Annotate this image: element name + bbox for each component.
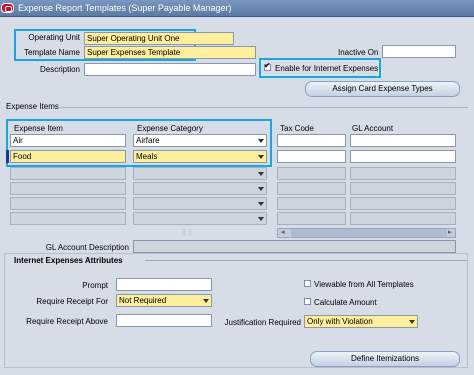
scroll-right-icon[interactable]: ▸ (448, 229, 454, 237)
empty-gl-account-cell[interactable] (350, 212, 456, 225)
description-field[interactable] (84, 63, 256, 76)
tax-code-cell[interactable] (277, 150, 346, 163)
empty-gl-account-cell[interactable] (350, 182, 456, 195)
splitter-handle-icon[interactable]: ⋮⋮ (181, 230, 193, 236)
empty-expense-item-cell[interactable] (10, 212, 126, 225)
inactive-on-field[interactable] (382, 45, 456, 58)
empty-gl-account-cell[interactable] (350, 197, 456, 210)
window-title: Expense Report Templates (Super Payable … (18, 3, 232, 13)
expense-category-cell[interactable]: Airfare (133, 134, 267, 147)
chevron-down-icon[interactable] (258, 172, 264, 176)
section-divider (55, 107, 468, 108)
description-label: Description (39, 65, 80, 74)
gl-account-cell[interactable] (350, 150, 456, 163)
enable-internet-label: Enable for Internet Expenses (275, 64, 379, 73)
scrollbar-thumb[interactable] (291, 229, 447, 237)
expense-items-section-label: Expense Items (6, 102, 59, 111)
empty-expense-category-cell[interactable] (133, 197, 267, 210)
chevron-down-icon[interactable] (258, 139, 264, 143)
current-row-indicator (6, 150, 9, 163)
empty-tax-code-cell[interactable] (277, 212, 346, 225)
empty-expense-item-cell[interactable] (10, 197, 126, 210)
gl-account-cell[interactable] (350, 134, 456, 147)
checkmark-icon: ✔ (264, 61, 271, 70)
expense-item-cell[interactable]: Food (10, 150, 126, 163)
empty-tax-code-cell[interactable] (277, 197, 346, 210)
assign-card-expense-types-button[interactable]: Assign Card Expense Types (305, 81, 460, 97)
gl-account-description-field (133, 240, 456, 253)
column-header-tax-code: Tax Code (280, 124, 314, 133)
tax-code-cell[interactable] (277, 134, 346, 147)
empty-expense-item-cell[interactable] (10, 167, 126, 180)
expense-category-cell[interactable]: Meals (133, 150, 267, 163)
empty-expense-item-cell[interactable] (10, 182, 126, 195)
gl-account-description-label: GL Account Description (45, 243, 129, 252)
empty-tax-code-cell[interactable] (277, 182, 346, 195)
oracle-app-icon (1, 3, 14, 13)
chevron-down-icon[interactable] (258, 217, 264, 221)
operating-unit-field[interactable]: Super Operating Unit One (84, 32, 234, 45)
template-name-label: Template Name (23, 48, 80, 57)
chevron-down-icon[interactable] (258, 187, 264, 191)
template-name-field[interactable]: Super Expenses Template (84, 46, 256, 59)
empty-expense-category-cell[interactable] (133, 212, 267, 225)
expense-item-cell[interactable]: Air (10, 134, 126, 147)
empty-expense-category-cell[interactable] (133, 182, 267, 195)
column-header-gl-account: GL Account (352, 124, 394, 133)
attributes-frame (4, 253, 468, 368)
empty-gl-account-cell[interactable] (350, 167, 456, 180)
scroll-left-icon[interactable]: ◂ (281, 229, 287, 237)
empty-tax-code-cell[interactable] (277, 167, 346, 180)
chevron-down-icon[interactable] (258, 155, 264, 159)
chevron-down-icon[interactable] (258, 202, 264, 206)
inactive-on-label: Inactive On (338, 48, 379, 57)
operating-unit-label: Operating Unit (28, 33, 80, 42)
empty-expense-category-cell[interactable] (133, 167, 267, 180)
